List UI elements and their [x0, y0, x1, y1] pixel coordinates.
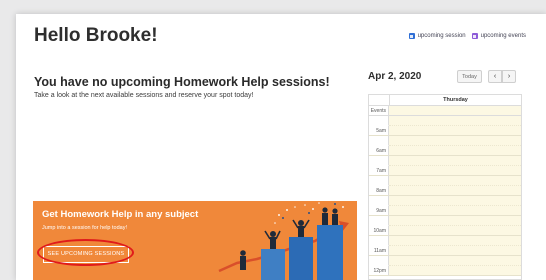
- calendar-hour-row: 6am: [369, 146, 521, 156]
- calendar-events-label: Events: [369, 106, 389, 116]
- podium-block-right: [317, 225, 343, 280]
- calendar-half-hour-row: [369, 256, 521, 266]
- calendar-hour-label: 8am: [369, 186, 389, 196]
- calendar-time-slot[interactable]: [389, 236, 521, 246]
- calendar-half-hour-gutter: [369, 136, 389, 146]
- calendar-half-hour-gutter: [369, 116, 389, 126]
- calendar-hour-row: 11am: [369, 246, 521, 256]
- calendar-half-hour-gutter: [369, 256, 389, 266]
- calendar-time-slot[interactable]: [389, 246, 521, 256]
- calendar-half-hour-row: [369, 176, 521, 186]
- see-upcoming-sessions-button[interactable]: SEE UPCOMING SESSIONS: [43, 246, 129, 263]
- calendar-time-slot[interactable]: [389, 206, 521, 216]
- banner-subtitle: Jump into a session for help today!: [42, 225, 127, 231]
- calendar-time-slot[interactable]: [389, 186, 521, 196]
- calendar-hour-row: 9am: [369, 206, 521, 216]
- calendar-time-slot[interactable]: [389, 136, 521, 146]
- calendar-half-hour-row: [369, 236, 521, 246]
- calendar-next-button[interactable]: ›: [502, 70, 516, 83]
- calendar-time-slot[interactable]: [389, 126, 521, 136]
- legend-label-upcoming-events: upcoming events: [480, 33, 526, 39]
- calendar-day-header: Thursday: [443, 97, 468, 103]
- calendar-date-title: Apr 2, 2020: [368, 71, 422, 82]
- calendar-events-cell[interactable]: [389, 106, 521, 116]
- no-sessions-subtext: Take a look at the next available sessio…: [34, 92, 254, 99]
- calendar-today-button[interactable]: Today: [457, 70, 482, 83]
- calendar-time-slot[interactable]: [389, 146, 521, 156]
- legend-label-upcoming-session: upcoming session: [417, 33, 466, 39]
- podium-block-left: [261, 249, 285, 280]
- calendar-time-slot[interactable]: [389, 176, 521, 186]
- calendar-header-gutter: [369, 95, 390, 105]
- no-sessions-heading: You have no upcoming Homework Help sessi…: [34, 75, 330, 89]
- calendar-hour-label: 7am: [369, 166, 389, 176]
- calendar-hour-row: 7am: [369, 166, 521, 176]
- chevron-left-icon: ‹: [493, 73, 497, 80]
- calendar-hour-label: 10am: [369, 226, 389, 236]
- dashboard-card: Hello Brooke! upcoming session upcoming …: [16, 14, 546, 280]
- page-title: Hello Brooke!: [34, 25, 158, 46]
- calendar-half-hour-row: [369, 156, 521, 166]
- calendar-hour-rows: 5am 6am 7am 8am 9am 10am 11am 12pm: [369, 116, 521, 276]
- calendar-time-slot[interactable]: [389, 196, 521, 206]
- calendar-day-grid: Thursday Events 5am 6am 7am 8am 9am 10am 11am 1…: [368, 94, 522, 280]
- calendar-time-slot[interactable]: [389, 166, 521, 176]
- calendar-time-slot[interactable]: [389, 216, 521, 226]
- calendar-half-hour-row: [369, 136, 521, 146]
- calendar-half-hour-row: [369, 196, 521, 206]
- calendar-header-row: Thursday: [369, 95, 521, 106]
- calendar-time-slot[interactable]: [389, 266, 521, 276]
- calendar-hour-label: 6am: [369, 146, 389, 156]
- calendar-half-hour-row: [369, 216, 521, 226]
- calendar-half-hour-gutter: [369, 176, 389, 186]
- podium-celebration-illustration: [218, 202, 349, 280]
- upcoming-events-swatch-icon: [471, 33, 478, 39]
- calendar-time-slot[interactable]: [389, 156, 521, 166]
- calendar-hour-row: 10am: [369, 226, 521, 236]
- calendar-half-hour-gutter: [369, 236, 389, 246]
- calendar-legend: upcoming session upcoming events: [403, 33, 526, 39]
- calendar-hour-row: 8am: [369, 186, 521, 196]
- calendar-half-hour-row: [369, 116, 521, 126]
- calendar-events-row: Events: [369, 106, 521, 116]
- homework-help-banner: Get Homework Help in any subject Jump in…: [33, 201, 357, 280]
- upcoming-session-swatch-icon: [408, 33, 415, 39]
- calendar-hour-row: 12pm: [369, 266, 521, 276]
- calendar-hour-label: 5am: [369, 126, 389, 136]
- calendar-time-slot[interactable]: [389, 226, 521, 236]
- calendar-time-slot[interactable]: [389, 256, 521, 266]
- calendar-time-slot[interactable]: [389, 116, 521, 126]
- banner-title: Get Homework Help in any subject: [42, 209, 199, 220]
- calendar-hour-label: 12pm: [369, 266, 389, 276]
- calendar-hour-row: 5am: [369, 126, 521, 136]
- chevron-right-icon: ›: [507, 73, 511, 80]
- calendar-half-hour-gutter: [369, 216, 389, 226]
- calendar-half-hour-gutter: [369, 156, 389, 166]
- calendar-half-hour-gutter: [369, 196, 389, 206]
- calendar-hour-label: 9am: [369, 206, 389, 216]
- calendar-prev-button[interactable]: ‹: [488, 70, 502, 83]
- calendar-hour-label: 11am: [369, 246, 389, 256]
- podium-block-middle: [289, 237, 313, 280]
